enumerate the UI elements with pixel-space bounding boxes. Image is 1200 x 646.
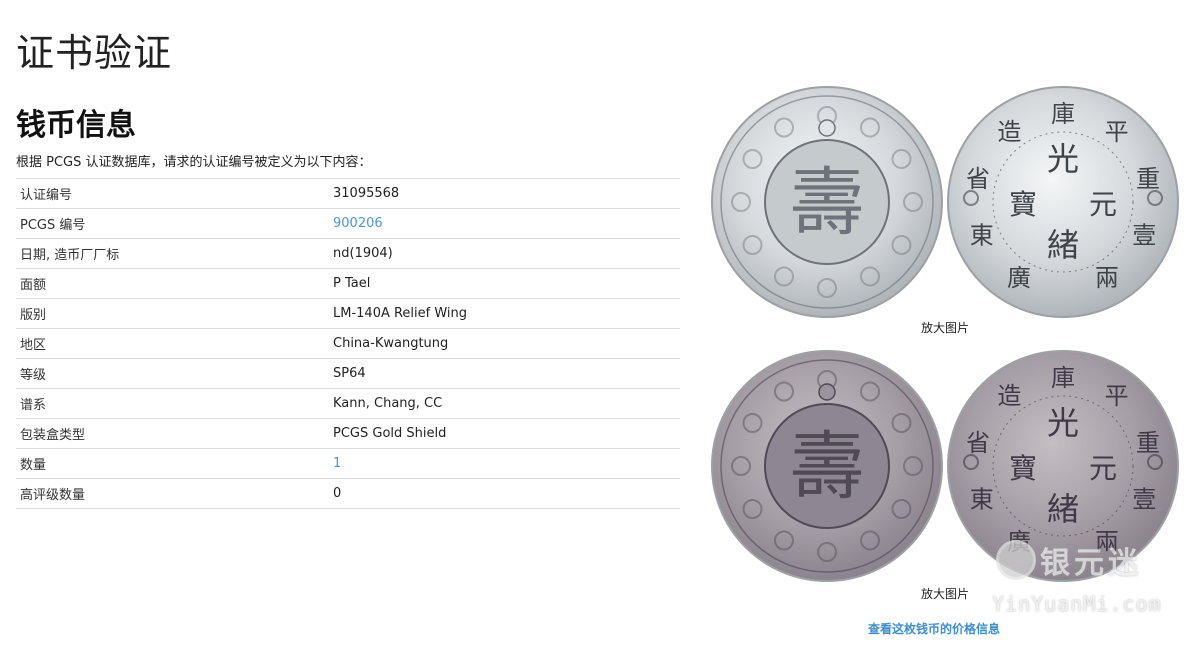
row-label: 包装盒类型 [16, 418, 329, 449]
row-value-cell: P Tael [329, 268, 680, 299]
table-row: 版别 LM-140A Relief Wing [16, 298, 680, 329]
table-row: 数量 1 [16, 448, 680, 479]
intro-text: 根据 PCGS 认证数据库，请求的认证编号被定义为以下内容： [16, 155, 372, 170]
coin-images-row-1[interactable]: 壽 廣東 省造 庫平重壹兩 光緒寶 元 [705, 84, 1185, 324]
reverse-center-char: 光 [1047, 404, 1079, 442]
section-title: 钱币信息 [16, 108, 136, 143]
reverse-center-char: 元 [1089, 188, 1117, 221]
coin-obverse-image[interactable]: 壽 [711, 86, 943, 318]
reverse-center-char: 緒 [1047, 490, 1079, 528]
enlarge-image-link-1[interactable]: 放大图片 [705, 319, 1185, 336]
table-row: 包装盒类型 PCGS Gold Shield [16, 418, 680, 449]
table-row: 面额 P Tael [16, 268, 680, 299]
reverse-outer-char: 平 [1105, 118, 1129, 146]
reverse-center-char: 元 [1089, 452, 1117, 485]
coin-info-table: 认证编号 31095568 PCGS 编号 900206 日期, 造币厂厂标 nd(190… [16, 178, 680, 509]
row-value-cell: SP64 [329, 358, 680, 389]
row-label: 谱系 [16, 388, 329, 419]
reverse-outer-char: 重 [1136, 429, 1160, 457]
obverse-center-char: 壽 [790, 424, 864, 510]
reverse-outer-char: 壹 [1132, 222, 1156, 250]
row-value-link[interactable]: 900206 [333, 216, 383, 231]
reverse-outer-char: 造 [997, 382, 1021, 410]
table-row: 谱系 Kann, Chang, CC [16, 388, 680, 419]
row-label: 版别 [16, 298, 329, 329]
reverse-outer-char: 省 [966, 429, 990, 457]
obverse-center-char: 壽 [790, 160, 864, 246]
row-value-cell: LM-140A Relief Wing [329, 298, 680, 329]
reverse-outer-char: 庫 [1051, 100, 1075, 128]
row-value-cell: China-Kwangtung [329, 328, 680, 359]
reverse-outer-char: 東 [970, 486, 994, 514]
table-row: 高评级数量 0 [16, 478, 680, 509]
reverse-outer-char: 平 [1105, 382, 1129, 410]
coin-obverse-image-alt[interactable]: 壽 [711, 350, 943, 582]
reverse-outer-char: 重 [1136, 165, 1160, 193]
row-value-cell: PCGS Gold Shield [329, 418, 680, 449]
row-label: 认证编号 [16, 178, 329, 209]
table-row: 地区 China-Kwangtung [16, 328, 680, 359]
reverse-outer-char: 兩 [1095, 264, 1119, 292]
table-row: PCGS 编号 900206 [16, 208, 680, 239]
row-label: 数量 [16, 448, 329, 479]
row-label: 日期, 造币厂厂标 [16, 238, 329, 269]
table-row: 日期, 造币厂厂标 nd(1904) [16, 238, 680, 269]
reverse-outer-char: 庫 [1051, 364, 1075, 392]
row-value-cell: Kann, Chang, CC [329, 388, 680, 419]
reverse-center-char: 寶 [1009, 452, 1037, 485]
row-label: 等级 [16, 358, 329, 389]
price-info-link[interactable]: 查看这枚钱币的价格信息 [868, 620, 1000, 637]
reverse-outer-char: 東 [970, 222, 994, 250]
reverse-outer-char: 廣 [1007, 264, 1031, 292]
row-label: 高评级数量 [16, 478, 329, 509]
row-value-cell: 0 [329, 478, 680, 509]
page-title: 证书验证 [16, 31, 173, 75]
row-value-cell: nd(1904) [329, 238, 680, 269]
watermark-cn: 银元迷 [1040, 546, 1142, 581]
watermark-logo: 银元迷 YinYuanMi.com [992, 538, 1192, 628]
coin-reverse-image[interactable]: 廣東 省造 庫平重壹兩 光緒寶 元 [947, 86, 1179, 318]
coin-reverse-art: 廣東 省造 庫平重壹兩 光緒寶 元 [963, 100, 1163, 292]
reverse-center-char: 光 [1047, 140, 1079, 178]
row-value-cell: 1 [329, 448, 680, 479]
coin-obverse-art: 壽 [720, 95, 934, 309]
reverse-center-char: 寶 [1009, 188, 1037, 221]
reverse-outer-char: 造 [997, 118, 1021, 146]
table-row: 认证编号 31095568 [16, 178, 680, 209]
reverse-outer-char: 省 [966, 165, 990, 193]
row-value-link[interactable]: 1 [333, 456, 341, 471]
row-label: 面额 [16, 268, 329, 299]
row-label: PCGS 编号 [16, 208, 329, 239]
reverse-outer-char: 壹 [1132, 486, 1156, 514]
row-value-cell: 900206 [329, 208, 680, 239]
row-value-cell: 31095568 [329, 178, 680, 209]
table-row: 等级 SP64 [16, 358, 680, 389]
reverse-center-char: 緒 [1047, 226, 1079, 264]
watermark-badge-icon [996, 540, 1036, 580]
watermark-en: YinYuanMi.com [992, 592, 1162, 616]
coin-obverse-art: 壽 [720, 359, 934, 573]
row-label: 地区 [16, 328, 329, 359]
